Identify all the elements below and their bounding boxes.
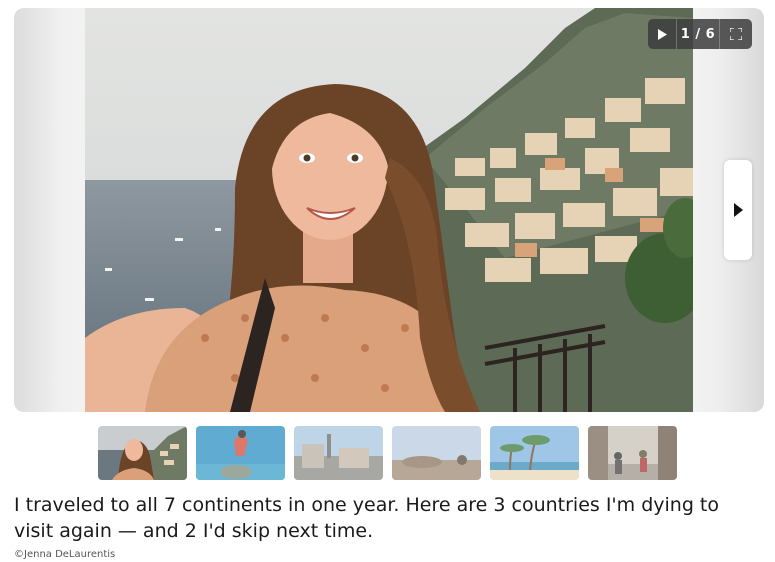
thumbnail-5[interactable] — [490, 426, 579, 480]
slideshow-controls: 1 / 6 — [648, 19, 752, 49]
thumbnail-4[interactable] — [392, 426, 481, 480]
play-icon — [658, 28, 667, 40]
article-headline: I traveled to all 7 continents in one ye… — [14, 494, 720, 542]
next-slide-button[interactable] — [724, 160, 752, 260]
fullscreen-button[interactable] — [720, 19, 752, 49]
fullscreen-icon — [730, 28, 742, 40]
play-button[interactable] — [648, 19, 677, 49]
thumbnail-2[interactable] — [196, 426, 285, 480]
photo-credit: ©Jenna DeLaurentis — [14, 549, 116, 560]
thumbnail-3[interactable] — [294, 426, 383, 480]
slide-counter: 1 / 6 — [677, 19, 720, 49]
thumbnail-6[interactable] — [588, 426, 677, 480]
slideshow-viewer: 1 / 6 — [14, 8, 764, 412]
main-photo — [85, 8, 693, 412]
thumbnail-strip — [98, 426, 677, 480]
thumbnail-1[interactable] — [98, 426, 187, 480]
chevron-right-icon — [734, 203, 743, 217]
